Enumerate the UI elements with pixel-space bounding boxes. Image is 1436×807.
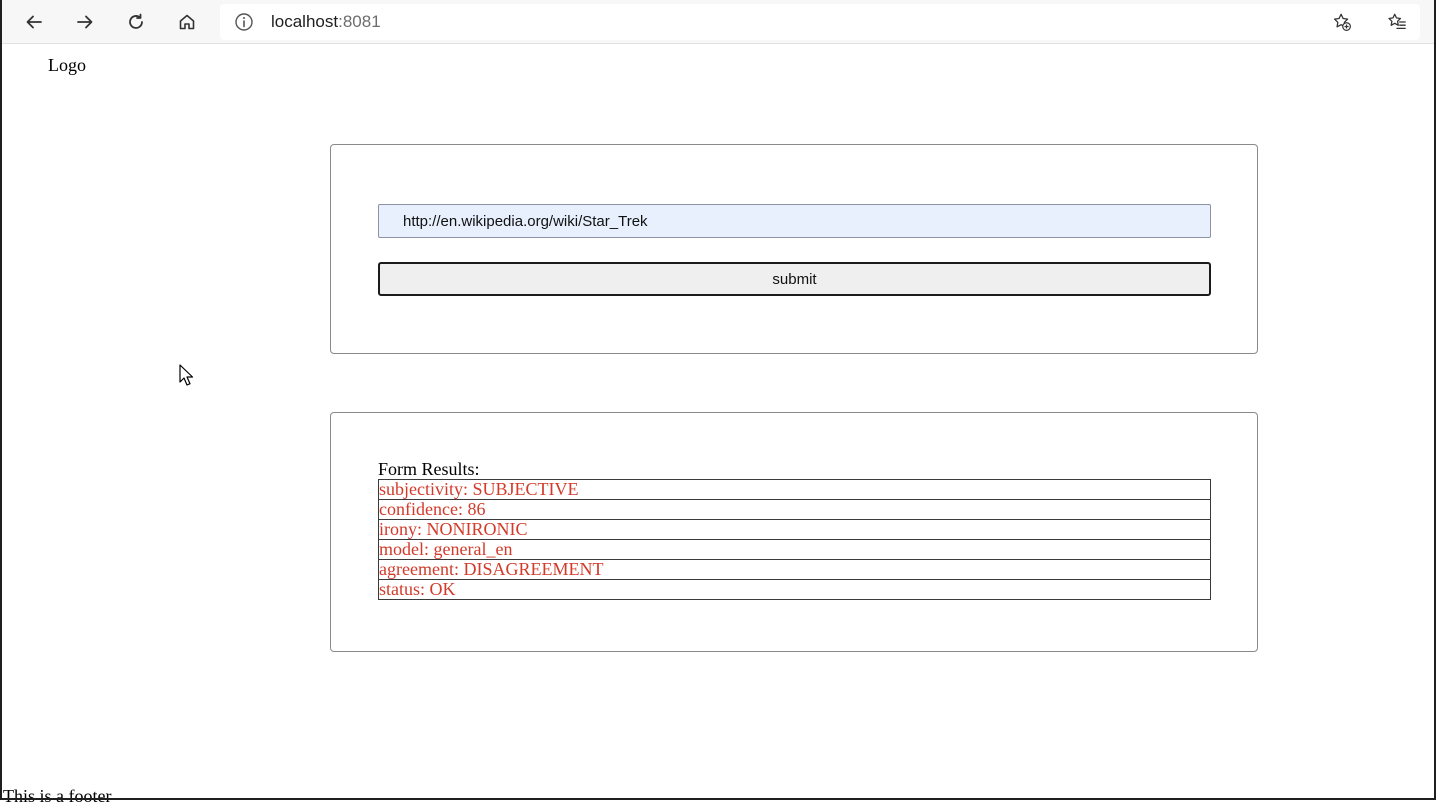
mouse-pointer-icon — [179, 364, 194, 386]
back-arrow-icon[interactable] — [18, 6, 50, 38]
url-form-panel: submit — [330, 144, 1258, 354]
logo: Logo — [48, 55, 86, 75]
window-frame — [0, 0, 1436, 800]
url-port: :8081 — [338, 12, 381, 31]
result-row-irony: irony: NONIRONIC — [378, 519, 1211, 540]
star-plus-icon[interactable] — [1326, 6, 1358, 38]
home-icon[interactable] — [171, 6, 203, 38]
url-input[interactable] — [378, 204, 1211, 238]
address-bar[interactable]: localhost:8081 — [220, 4, 1420, 40]
results-list: subjectivity: SUBJECTIVE confidence: 86 … — [378, 479, 1211, 600]
forward-arrow-icon[interactable] — [69, 6, 101, 38]
reload-icon[interactable] — [120, 6, 152, 38]
results-panel: Form Results: subjectivity: SUBJECTIVE c… — [330, 412, 1258, 652]
favorites-list-icon[interactable] — [1381, 6, 1413, 38]
result-row-status: status: OK — [378, 579, 1211, 600]
result-row-model: model: general_en — [378, 539, 1211, 560]
browser-toolbar: localhost:8081 — [0, 0, 1436, 44]
url-text[interactable]: localhost:8081 — [271, 12, 381, 32]
result-row-subjectivity: subjectivity: SUBJECTIVE — [378, 479, 1211, 500]
result-row-agreement: agreement: DISAGREEMENT — [378, 559, 1211, 580]
footer: This is a footer — [3, 786, 112, 806]
submit-button[interactable]: submit — [378, 262, 1211, 296]
results-heading: Form Results: — [378, 459, 480, 479]
url-host: localhost — [271, 12, 339, 31]
info-icon[interactable] — [234, 12, 254, 32]
result-row-confidence: confidence: 86 — [378, 499, 1211, 520]
